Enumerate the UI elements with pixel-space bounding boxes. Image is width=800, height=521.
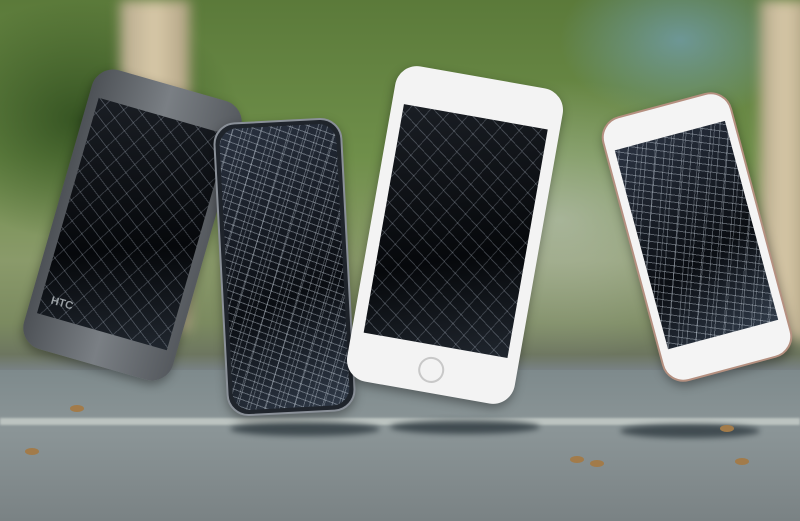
leaf: [735, 458, 749, 465]
phone-shadow: [230, 422, 380, 436]
black-iphone: [212, 116, 357, 418]
cracked-screen: [37, 97, 229, 351]
cracked-screen: [614, 120, 779, 350]
phone-shadow: [620, 424, 760, 438]
white-iphone: [343, 62, 567, 408]
leaf: [720, 425, 734, 432]
leaf: [590, 460, 604, 467]
tennis-court: [0, 370, 800, 521]
leaf: [570, 456, 584, 463]
phone-shadow: [390, 420, 540, 434]
cracked-screen: [363, 104, 548, 358]
leaf: [25, 448, 39, 455]
photo-scene: HTC: [0, 0, 800, 521]
leaf: [70, 405, 84, 412]
home-button: [416, 354, 447, 385]
htc-phone: HTC: [18, 64, 247, 386]
cracked-screen: [218, 123, 351, 411]
